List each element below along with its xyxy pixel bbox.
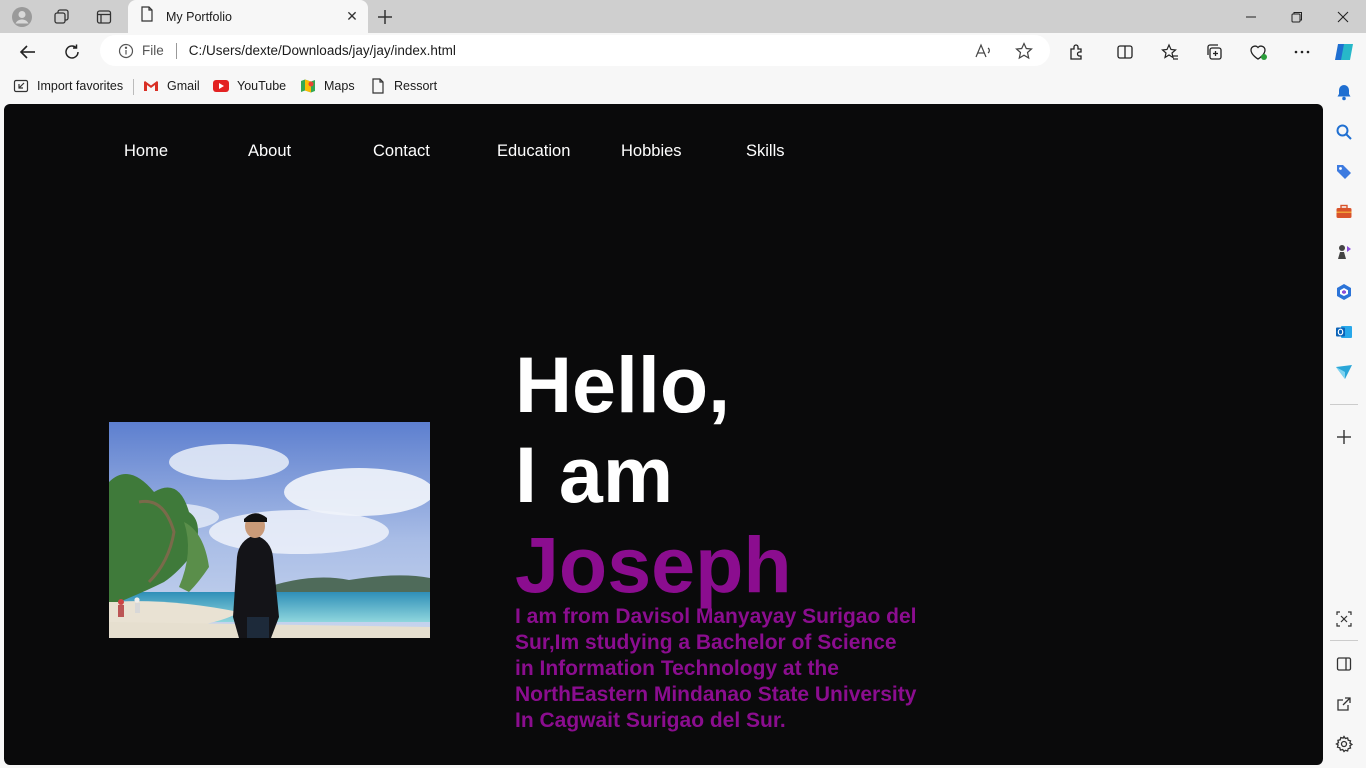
- tab-strip: My Portfolio ✕: [0, 0, 1366, 33]
- address-divider: [175, 42, 177, 59]
- close-window-icon[interactable]: [1320, 0, 1366, 33]
- tab-my-portfolio[interactable]: My Portfolio ✕: [128, 0, 368, 33]
- nav-link-skills[interactable]: Skills: [746, 142, 785, 161]
- screenshot-icon[interactable]: [1331, 606, 1357, 632]
- workspaces-icon[interactable]: [48, 4, 76, 30]
- nav-link-hobbies[interactable]: Hobbies: [621, 142, 682, 161]
- favorite-ressort[interactable]: Ressort: [370, 76, 437, 96]
- more-options-icon[interactable]: [1288, 38, 1316, 66]
- nav-link-about[interactable]: About: [248, 142, 291, 161]
- microsoft-365-icon[interactable]: [1331, 279, 1357, 305]
- nav-link-education[interactable]: Education: [497, 142, 570, 161]
- favorite-maps[interactable]: Maps: [300, 76, 355, 96]
- sidebar-toggle-icon[interactable]: [1331, 651, 1357, 677]
- page-viewport: Home About Contact Education Hobbies Ski…: [4, 104, 1323, 765]
- back-arrow-icon[interactable]: [14, 38, 42, 66]
- favorite-label: Gmail: [167, 79, 200, 93]
- import-icon: [13, 78, 29, 94]
- collections-icon[interactable]: [1200, 38, 1228, 66]
- nav-link-contact[interactable]: Contact: [373, 142, 430, 161]
- hero-line-hello: Hello,: [515, 340, 731, 429]
- open-external-icon[interactable]: [1331, 691, 1357, 717]
- settings-gear-icon[interactable]: [1331, 731, 1357, 757]
- outlook-icon[interactable]: [1331, 319, 1357, 345]
- favorite-label: Ressort: [394, 79, 438, 93]
- browser-essentials-icon[interactable]: [1244, 38, 1272, 66]
- tab-actions-icon[interactable]: [90, 4, 118, 30]
- maps-icon: [300, 78, 316, 94]
- nav-link-home[interactable]: Home: [124, 142, 168, 161]
- profile-photo: [109, 422, 430, 638]
- hero-name: Joseph: [515, 520, 792, 609]
- site-info-icon[interactable]: [118, 43, 134, 59]
- notifications-bell-icon[interactable]: [1331, 79, 1357, 105]
- profile-avatar-icon[interactable]: [8, 4, 36, 30]
- minimize-icon[interactable]: [1228, 0, 1274, 33]
- add-sidebar-app-icon[interactable]: [1331, 424, 1357, 450]
- split-screen-icon[interactable]: [1111, 38, 1139, 66]
- read-aloud-icon[interactable]: [970, 37, 998, 65]
- tools-briefcase-icon[interactable]: [1331, 199, 1357, 225]
- extensions-icon[interactable]: [1063, 38, 1091, 66]
- gmail-icon: [143, 78, 159, 94]
- hero-greeting: Hello, I am: [515, 340, 730, 520]
- search-icon[interactable]: [1331, 119, 1357, 145]
- favorites-divider: [133, 79, 134, 95]
- favorite-label: YouTube: [237, 79, 287, 93]
- favorite-star-icon[interactable]: [1010, 37, 1038, 65]
- page-icon: [140, 6, 154, 27]
- favorite-label: Maps: [324, 79, 355, 93]
- favorite-import-favorites[interactable]: Import favorites: [13, 76, 123, 96]
- youtube-icon: [213, 78, 229, 94]
- favorite-youtube[interactable]: YouTube: [213, 76, 286, 96]
- refresh-icon[interactable]: [58, 38, 86, 66]
- games-icon[interactable]: [1331, 239, 1357, 265]
- sidebar-divider: [1330, 640, 1358, 641]
- hero-line-i-am: I am: [515, 430, 674, 519]
- sidebar-divider: [1330, 404, 1358, 405]
- restore-icon[interactable]: [1274, 0, 1320, 33]
- new-tab-icon[interactable]: [372, 4, 398, 30]
- protocol-label: File: [142, 43, 164, 58]
- shopping-tag-icon[interactable]: [1331, 159, 1357, 185]
- favorite-gmail[interactable]: Gmail: [143, 76, 200, 96]
- tab-title: My Portfolio: [166, 9, 232, 24]
- hero-bio: I am from Davisol Manyayay Surigao del S…: [515, 605, 917, 732]
- url-text[interactable]: C:/Users/dexte/Downloads/jay/jay/index.h…: [189, 43, 970, 58]
- drop-send-icon[interactable]: [1331, 359, 1357, 385]
- browser-toolbar: File C:/Users/dexte/Downloads/jay/jay/in…: [0, 33, 1366, 70]
- page-icon: [370, 78, 386, 94]
- close-tab-icon[interactable]: ✕: [342, 7, 362, 27]
- favorites-icon[interactable]: [1156, 38, 1184, 66]
- favorite-label: Import favorites: [37, 79, 124, 93]
- edge-sidebar: [1323, 70, 1366, 768]
- copilot-icon[interactable]: [1330, 38, 1358, 66]
- address-bar[interactable]: File C:/Users/dexte/Downloads/jay/jay/in…: [100, 35, 1050, 66]
- favorites-bar: Import favorites Gmail YouTube Maps Ress…: [0, 70, 1366, 102]
